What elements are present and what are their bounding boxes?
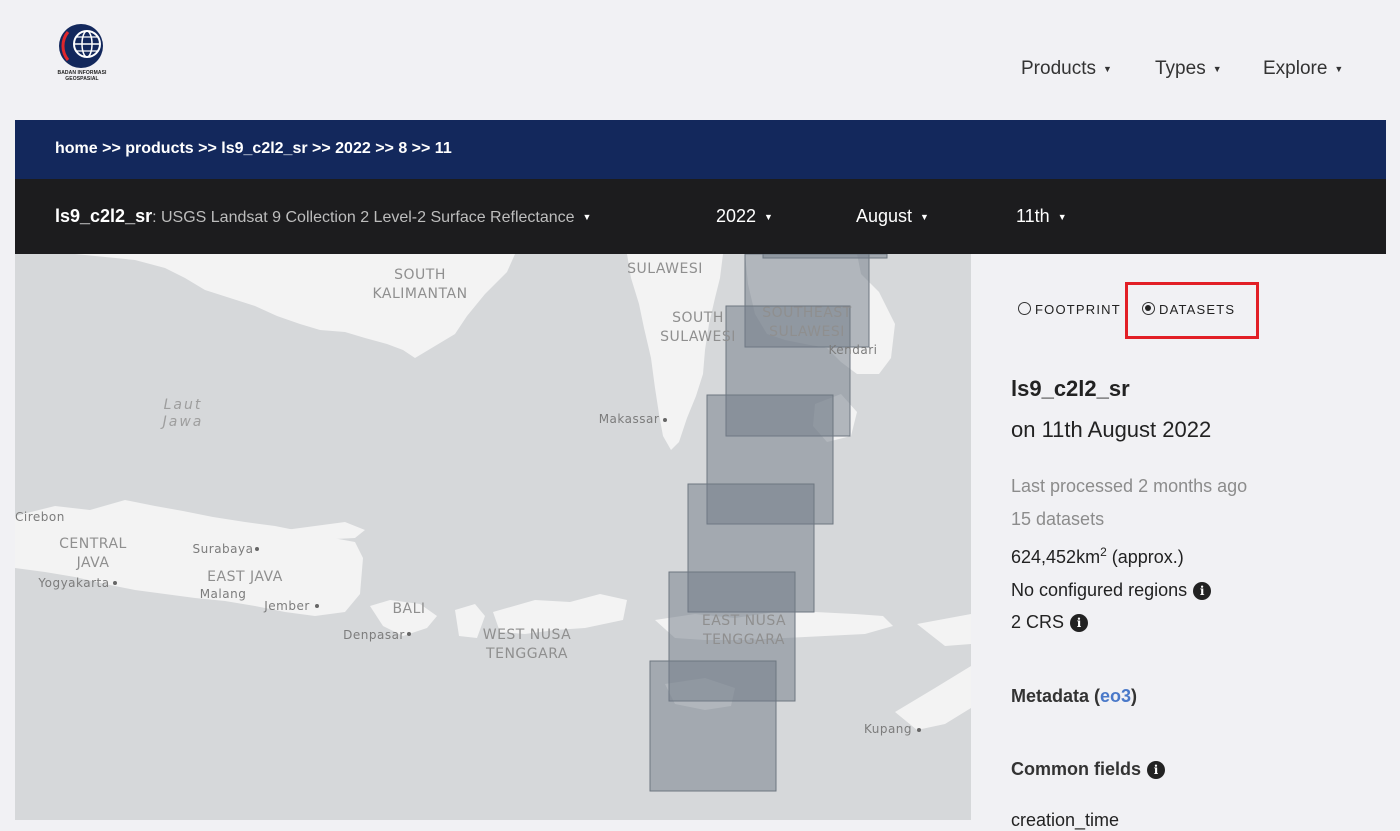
map-label: SOUTH KALIMANTAN [372, 267, 468, 302]
city-dot [917, 728, 921, 732]
dataset-footprint[interactable] [649, 660, 777, 792]
map-label: Malang [199, 587, 247, 601]
product-selector[interactable]: ls9_c2l2_sr: USGS Landsat 9 Collection 2… [55, 206, 591, 227]
map-label: EAST JAVA [207, 569, 283, 585]
map-label: SOUTH SULAWESI [660, 310, 736, 345]
area-sup: 2 [1100, 545, 1107, 559]
year-value: 2022 [716, 206, 757, 226]
field-row-cutoff[interactable]: creation_time [1011, 810, 1119, 831]
last-processed: Last processed 2 months ago [1011, 476, 1248, 496]
common-fields-label: Common fields [1011, 759, 1142, 779]
nav-explore-label: Explore [1263, 58, 1328, 79]
area-suffix: (approx.) [1106, 547, 1184, 567]
dataset-info-panel: FOOTPRINT DATASETS ls9_c2l2_sr on 11th A… [971, 254, 1386, 830]
land-timor [895, 666, 971, 730]
day-value: 11th [1016, 206, 1050, 226]
field-name: creation_time [1011, 810, 1120, 830]
city-dot [663, 418, 667, 422]
breadcrumb[interactable]: home >> products >> ls9_c2l2_sr >> 2022 … [55, 140, 452, 158]
caret-down-icon: ▼ [920, 212, 929, 222]
info-icon[interactable]: i [1193, 582, 1212, 600]
metadata-close: ) [1131, 686, 1138, 706]
map-label: Denpasar [343, 628, 405, 642]
info-icon[interactable]: i [1147, 761, 1166, 779]
map-label: Kupang [863, 722, 913, 736]
area-value: 624,452km [1011, 547, 1101, 567]
caret-down-icon: ▼ [1334, 64, 1344, 74]
map-label: CENTRAL JAVA [59, 536, 127, 571]
caret-down-icon: ▼ [582, 212, 592, 222]
map-view[interactable]: SOUTH KALIMANTAN SULAWESI SOUTH SULAWESI… [15, 254, 971, 820]
nav-types-label: Types [1155, 58, 1206, 79]
map-label: SOUTHEAST SULAWESI [762, 305, 852, 340]
nav-products[interactable]: Products ▼ [1021, 58, 1112, 80]
map-label: SULAWESI [627, 261, 703, 277]
map-label: WEST NUSA TENGGARA [482, 627, 572, 662]
year-selector[interactable]: 2022 ▼ [716, 206, 773, 227]
caret-down-icon: ▼ [1057, 212, 1067, 222]
caret-down-icon: ▼ [1102, 64, 1112, 74]
metadata-label: Metadata ( [1011, 686, 1101, 706]
radio-footprint[interactable]: FOOTPRINT [1018, 302, 1121, 317]
regions-label: No configured regions [1011, 580, 1188, 600]
nav-types[interactable]: Types ▼ [1155, 58, 1222, 80]
big-logo[interactable]: BADAN INFORMASI GEOSPASIAL [54, 22, 110, 86]
common-fields-heading: Common fields i [1011, 759, 1166, 780]
nav-products-label: Products [1021, 58, 1096, 79]
city-dot [113, 581, 117, 585]
land-alor [917, 614, 971, 646]
area-stat: 624,452km2 (approx.) [1011, 545, 1184, 568]
map-label: Yogyakarta [38, 576, 110, 590]
caret-down-icon: ▼ [1212, 64, 1222, 74]
metadata-heading: Metadata (eo3) [1011, 686, 1137, 707]
product-selector-bar: ls9_c2l2_sr: USGS Landsat 9 Collection 2… [15, 179, 1386, 254]
crs-stat: 2 CRS i [1011, 612, 1089, 633]
map-label: Kendari [828, 343, 878, 357]
info-icon[interactable]: i [1070, 614, 1089, 632]
month-selector[interactable]: August ▼ [856, 206, 929, 227]
map-label: Surabaya [192, 542, 254, 556]
breadcrumb-bar: home >> products >> ls9_c2l2_sr >> 2022 … [15, 120, 1386, 179]
day-selector[interactable]: 11th ▼ [1016, 206, 1067, 227]
globe-icon [59, 24, 103, 68]
caret-down-icon: ▼ [764, 212, 773, 222]
product-description: : USGS Landsat 9 Collection 2 Level-2 Su… [152, 209, 575, 226]
panel-product-title: ls9_c2l2_sr [1011, 376, 1130, 401]
month-value: August [856, 206, 913, 226]
site-header: BADAN INFORMASI GEOSPASIAL Products ▼ Typ… [0, 0, 1400, 120]
map-label: Jember [264, 599, 310, 613]
panel-date: on 11th August 2022 [1011, 417, 1212, 442]
metadata-type-link[interactable]: eo3 [1100, 686, 1131, 706]
map-label: Laut Jawa [162, 397, 204, 430]
regions-stat: No configured regions i [1011, 580, 1212, 601]
radio-circle-icon [1018, 302, 1031, 315]
map-label: EAST NUSA TENGGARA [701, 613, 787, 648]
nav-explore[interactable]: Explore ▼ [1263, 58, 1343, 80]
logo-text: BADAN INFORMASI GEOSPASIAL [57, 70, 107, 82]
city-dot [315, 604, 319, 608]
map-label: Cirebon [15, 510, 65, 524]
highlight-box [1125, 282, 1259, 339]
map-label: BALI [392, 601, 426, 617]
map-label: Makassar [598, 412, 660, 426]
dataset-count[interactable]: 15 datasets [1011, 509, 1104, 530]
radio-footprint-label: FOOTPRINT [1035, 302, 1121, 317]
product-name: ls9_c2l2_sr [55, 206, 153, 226]
crs-label: 2 CRS [1011, 612, 1065, 632]
